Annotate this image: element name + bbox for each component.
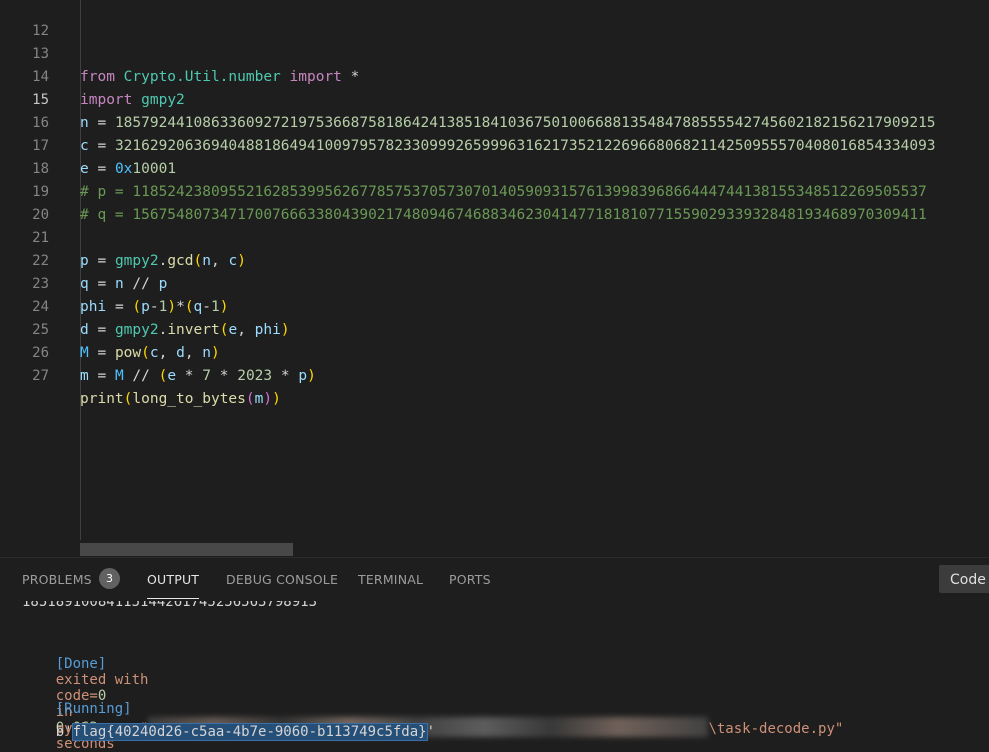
tab-terminal[interactable]: TERMINAL (358, 572, 423, 587)
code-line-26[interactable]: 26 m = M // (e * 7 * 2023 * p) (0, 319, 989, 384)
tab-output[interactable]: OUTPUT (147, 572, 200, 599)
code-line-13[interactable]: 13 from Crypto.Util.number import * (0, 20, 989, 85)
panel-tab-bar: PROBLEMS OUTPUT DEBUG CONSOLE TERMINAL P… (0, 557, 989, 602)
flag-output-text[interactable]: flag{40240d26-c5aa-4b7e-9060-b113749c5fd… (71, 723, 428, 741)
code-line-19[interactable]: 19 # q = 1567548073471700766633804390217… (0, 158, 989, 223)
code-line-17[interactable]: 17 e = 0x10001 (0, 112, 989, 177)
code-line-20[interactable]: 20 (0, 181, 989, 223)
code-line-14[interactable]: 14 import gmpy2 (0, 43, 989, 108)
done-tag: [Done] (55, 656, 107, 672)
problems-count-badge: 3 (99, 568, 120, 589)
line-number: 27 (32, 368, 49, 384)
output-channel-select[interactable]: Code (939, 565, 989, 593)
code-line-24[interactable]: 24 d = gmpy2.invert(e, phi) (0, 273, 989, 338)
code-line-25[interactable]: 25 M = pow(c, d, n) (0, 296, 989, 361)
code-line-27[interactable]: 27 print(long_to_bytes(m)) (0, 342, 989, 407)
output-panel[interactable]: 18518910084115144261745256563798913 [Don… (0, 601, 989, 752)
horizontal-scrollbar[interactable] (80, 543, 293, 556)
code-line-15[interactable]: 15 n = 185792441086336092721975366875818… (0, 66, 989, 131)
output-line-clipped-number: 18518910084115144261745256563798913 (22, 601, 318, 610)
code-line-23[interactable]: 23 phi = (p-1)*(q-1) (0, 250, 989, 315)
code-line-21[interactable]: 21 p = gmpy2.gcd(n, c) (0, 204, 989, 269)
code-editor[interactable]: 12 13 from Crypto.Util.number import * 1… (0, 0, 989, 557)
tab-ports[interactable]: PORTS (449, 572, 491, 587)
tab-problems[interactable]: PROBLEMS (22, 572, 92, 587)
code-text: print(long_to_bytes(m)) (80, 391, 281, 407)
code-line-22[interactable]: 22 q = n // p (0, 227, 989, 292)
code-line-18[interactable]: 18 # p = 1185242380955216285399562677857… (0, 135, 989, 200)
code-line-12[interactable]: 12 (0, 0, 989, 39)
code-line-16[interactable]: 16 c = 321629206369404881864941009795782… (0, 89, 989, 154)
code-text: m = M // (e * 7 * 2023 * p) (80, 368, 316, 384)
tab-debug-console[interactable]: DEBUG CONSOLE (226, 572, 338, 587)
output-line-result: b'flag{40240d26-c5aa-4b7e-9060-b113749c5… (55, 723, 436, 741)
